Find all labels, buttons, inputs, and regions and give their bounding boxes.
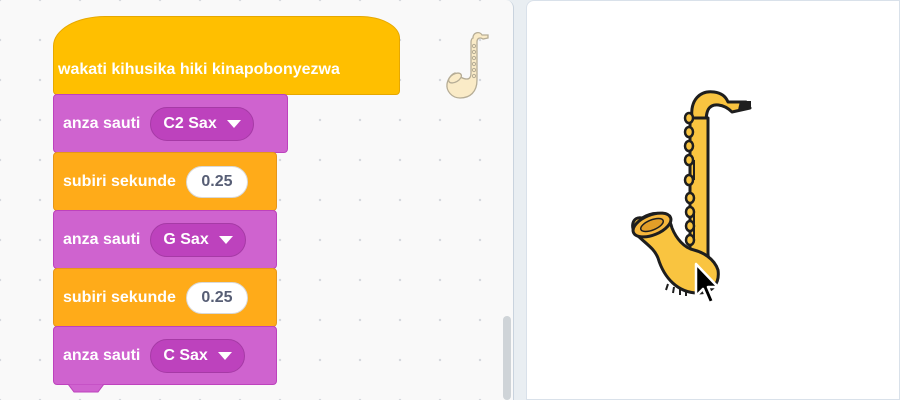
sound-dropdown-value: C2 Sax — [163, 114, 217, 132]
wait-seconds-block[interactable]: subiri sekunde 0.25 — [53, 152, 277, 211]
sound-dropdown-value: C Sax — [163, 346, 208, 364]
block-bottom-tab — [68, 384, 104, 393]
saxophone-icon — [446, 31, 489, 99]
pointer-cursor-icon — [694, 262, 720, 305]
block-label: subiri sekunde — [63, 288, 176, 306]
block-label: anza sauti — [63, 114, 141, 132]
vertical-scrollbar[interactable] — [503, 316, 511, 400]
block-label: anza sauti — [63, 230, 141, 248]
hat-block-label: wakati kihusika hiki kinapobonyezwa — [58, 60, 340, 78]
wait-seconds-block[interactable]: subiri sekunde 0.25 — [53, 268, 277, 327]
caret-down-icon — [218, 235, 233, 244]
when-sprite-clicked-block[interactable]: wakati kihusika hiki kinapobonyezwa — [53, 16, 400, 95]
caret-down-icon — [217, 351, 232, 360]
sound-dropdown[interactable]: G Sax — [150, 222, 246, 257]
start-sound-block[interactable]: anza sauti G Sax — [53, 210, 277, 269]
sound-dropdown[interactable]: C Sax — [150, 338, 245, 373]
seconds-input[interactable]: 0.25 — [185, 165, 248, 198]
sound-dropdown-value: G Sax — [163, 230, 209, 248]
sound-dropdown[interactable]: C2 Sax — [150, 106, 254, 141]
block-label: anza sauti — [63, 346, 141, 364]
seconds-input[interactable]: 0.25 — [185, 281, 248, 314]
caret-down-icon — [226, 119, 241, 128]
start-sound-block[interactable]: anza sauti C Sax — [53, 326, 277, 385]
block-label: subiri sekunde — [63, 172, 176, 190]
code-area[interactable]: wakati kihusika hiki kinapobonyezwa anza… — [0, 0, 514, 400]
start-sound-block[interactable]: anza sauti C2 Sax — [53, 94, 288, 153]
